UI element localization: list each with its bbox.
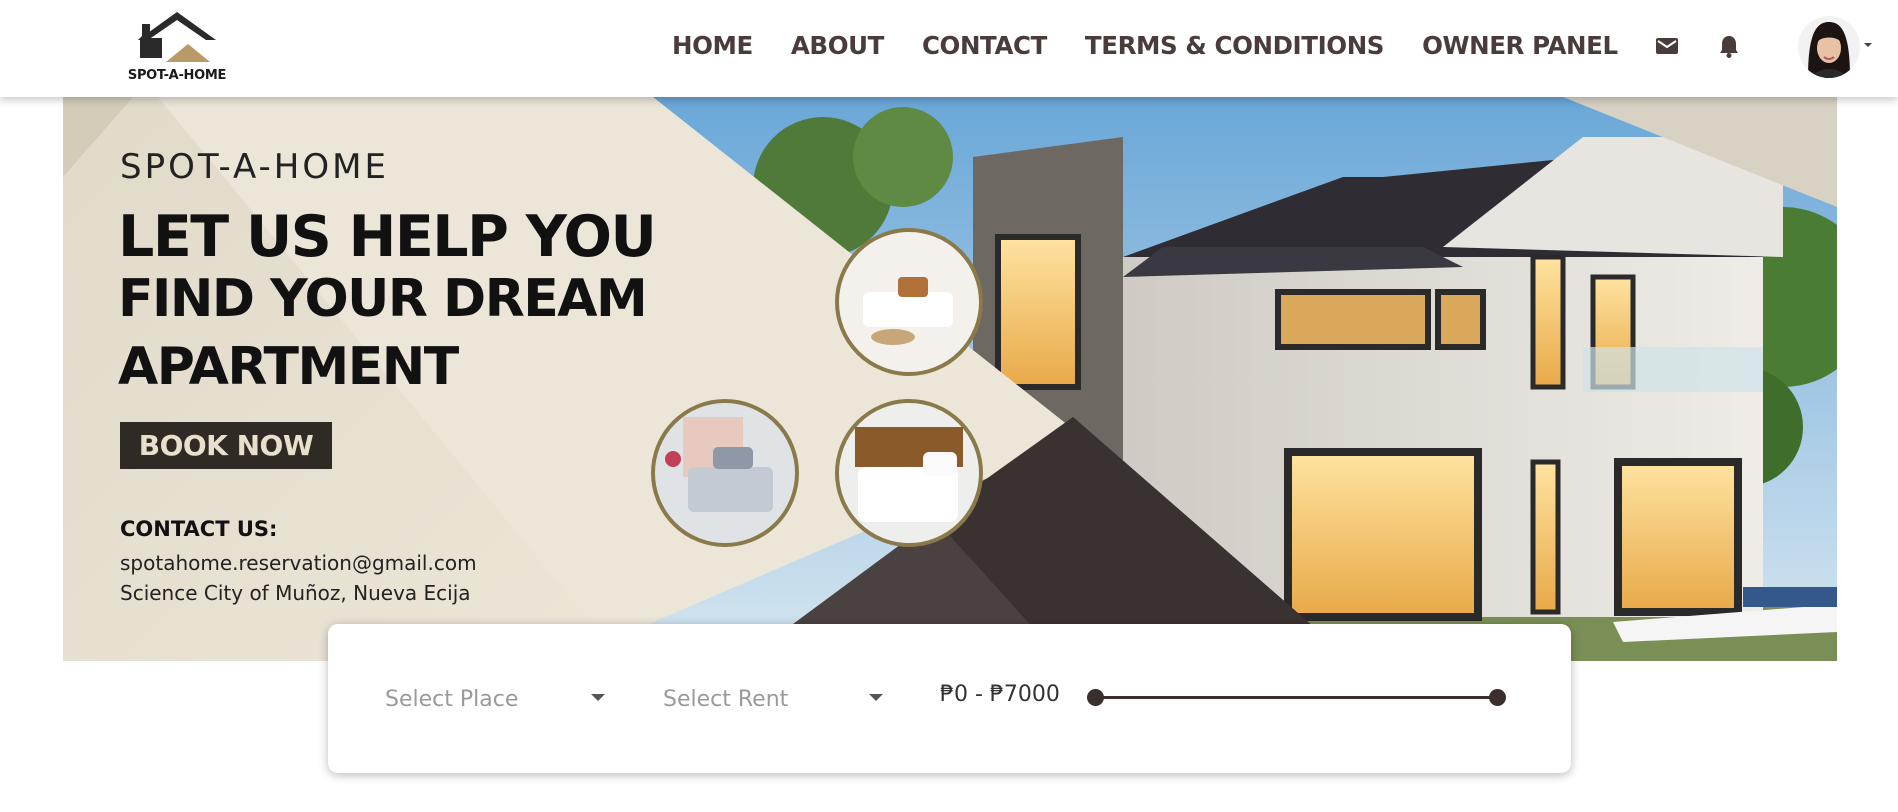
search-filter-card: Select Place Select Rent ₱0 - ₱7000 [328, 624, 1571, 773]
nav-contact[interactable]: CONTACT [922, 31, 1047, 60]
hero-headline-line3: APARTMENT [118, 337, 459, 397]
hero-banner: SPOT-A-HOME LET US HELP YOU FIND YOUR DR… [63, 97, 1837, 661]
nav-terms[interactable]: TERMS & CONDITIONS [1085, 31, 1385, 60]
nav-links: HOME ABOUT CONTACT TERMS & CONDITIONS OW… [672, 28, 1618, 62]
select-place-dropdown[interactable]: Select Place [385, 682, 605, 716]
logo-text: SPOT-A-HOME [127, 68, 227, 83]
price-range-track[interactable] [1095, 696, 1497, 699]
top-navbar: SPOT-A-HOME HOME ABOUT CONTACT TERMS & C… [0, 0, 1898, 97]
house-roof-icon [138, 12, 216, 62]
user-avatar[interactable] [1798, 16, 1860, 78]
hero-headline-line2: FIND YOUR DREAM [118, 269, 648, 329]
nav-owner-panel[interactable]: OWNER PANEL [1422, 31, 1618, 60]
caret-down-icon[interactable] [1860, 37, 1876, 53]
nav-about[interactable]: ABOUT [791, 31, 884, 60]
price-range-max-handle[interactable] [1489, 689, 1506, 706]
chevron-down-icon [591, 694, 605, 701]
contact-address: Science City of Muñoz, Nueva Ecija [120, 581, 471, 605]
select-place-placeholder: Select Place [385, 686, 519, 712]
contact-heading: CONTACT US: [120, 517, 278, 541]
brand-logo[interactable]: SPOT-A-HOME [120, 10, 234, 86]
book-now-button[interactable]: BOOK NOW [120, 422, 332, 469]
contact-email: spotahome.reservation@gmail.com [120, 551, 477, 575]
chevron-down-icon [869, 694, 883, 701]
nav-home[interactable]: HOME [672, 31, 753, 60]
price-range-label: ₱0 - ₱7000 [940, 682, 1060, 707]
hero-headline-line1: LET US HELP YOU [118, 204, 657, 270]
hero-headline: LET US HELP YOU FIND YOUR DREAM APARTMEN… [118, 207, 678, 397]
mail-icon[interactable] [1654, 33, 1680, 59]
hero-brand: SPOT-A-HOME [120, 147, 389, 187]
select-rent-dropdown[interactable]: Select Rent [663, 682, 883, 716]
price-range-min-handle[interactable] [1087, 689, 1104, 706]
bell-icon[interactable] [1716, 33, 1742, 59]
select-rent-placeholder: Select Rent [663, 686, 789, 712]
